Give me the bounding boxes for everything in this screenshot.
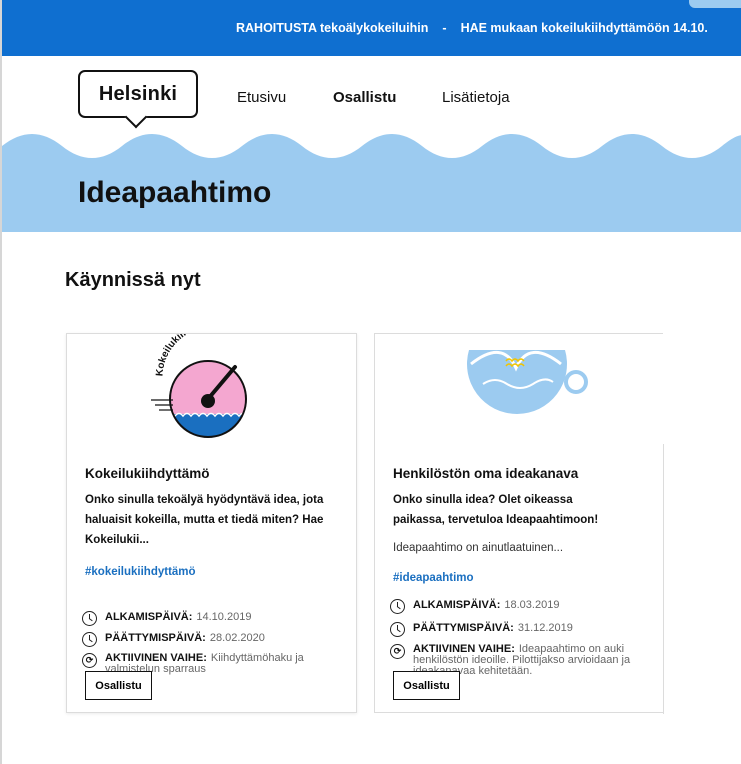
announcement-item-apply[interactable]: HAE mukaan kokeilukiihdyttämöön 14.10. xyxy=(461,21,708,35)
card-intro: Onko sinulla tekoälyä hyödyntävä idea, j… xyxy=(85,494,324,546)
coffee-cup-logo xyxy=(467,350,588,414)
announcement-separator: - xyxy=(442,21,447,35)
end-date-value: 31.12.2019 xyxy=(517,622,573,634)
card-image xyxy=(375,334,663,454)
start-date: ALKAMISPÄIVÄ: 18.03.2019 xyxy=(390,599,652,614)
card-tag[interactable]: #kokeilukiihdyttämö xyxy=(85,566,196,578)
clock-icon xyxy=(390,622,405,637)
announcement-text[interactable]: RAHOITUSTA tekoälykokeiluihin - HAE mukaan… xyxy=(236,21,708,35)
start-date-value: 18.03.2019 xyxy=(504,599,560,611)
nav-link-osallistu[interactable]: Osallistu xyxy=(333,89,396,106)
end-date-label: PÄÄTTYMISPÄIVÄ: xyxy=(413,622,514,634)
page-title: Ideapaahtimo xyxy=(78,176,272,209)
card-tag[interactable]: #ideapaahtimo xyxy=(393,572,474,584)
participate-button[interactable]: Osallistu xyxy=(85,671,152,700)
clock-icon xyxy=(390,599,405,614)
participate-button[interactable]: Osallistu xyxy=(393,671,460,700)
corner-tab xyxy=(689,0,741,8)
announcement-item-funding[interactable]: RAHOITUSTA tekoälykokeiluihin xyxy=(236,21,428,35)
nav-link-lisatietoja[interactable]: Lisätietoja xyxy=(442,89,510,106)
card-title[interactable]: Kokeilukiihdyttämö xyxy=(85,466,210,481)
end-date: PÄÄTTYMISPÄIVÄ: 31.12.2019 xyxy=(390,622,652,637)
card-title[interactable]: Henkilöstön oma ideakanava xyxy=(393,466,578,481)
phase-icon: ⟳ xyxy=(390,644,405,659)
end-date-value: 28.02.2020 xyxy=(209,632,265,644)
end-date: PÄÄTTYMISPÄIVÄ: 28.02.2020 xyxy=(82,632,344,647)
gauge-logo: Kokeilukiihdyttämö xyxy=(148,317,247,438)
start-date-label: ALKAMISPÄIVÄ: xyxy=(413,599,501,611)
card-edge xyxy=(663,444,664,714)
end-date-label: PÄÄTTYMISPÄIVÄ: xyxy=(105,632,206,644)
phase-icon: ⟳ xyxy=(82,653,97,668)
card-intro: Onko sinulla idea? Olet oikeassa paikass… xyxy=(393,494,599,526)
helsinki-logo[interactable]: Helsinki xyxy=(78,70,198,129)
challenge-card-ideakanava[interactable]: Henkilöstön oma ideakanava Onko sinulla … xyxy=(374,333,664,714)
clock-icon xyxy=(82,632,97,647)
page-frame: RAHOITUSTA tekoälykokeiluihin - HAE mukaan… xyxy=(0,0,741,764)
start-date-label: ALKAMISPÄIVÄ: xyxy=(105,611,193,623)
card-image: Kokeilukiihdyttämö xyxy=(67,317,356,454)
announcement-bar[interactable]: RAHOITUSTA tekoälykokeiluihin - HAE mukaan… xyxy=(2,0,741,56)
logo-text: Helsinki xyxy=(98,82,178,105)
start-date-value: 14.10.2019 xyxy=(196,611,252,623)
challenge-card-kokeilukiihdyttamo[interactable]: Kokeilukiihdyttämö Kokeilukiihdyttämö On… xyxy=(66,317,357,713)
nav-link-etusivu[interactable]: Etusivu xyxy=(237,89,286,106)
section-title: Käynnissä nyt xyxy=(65,269,201,291)
card-description: Ideapaahtimo on ainutlaatuinen... xyxy=(393,542,564,554)
clock-icon xyxy=(82,611,97,626)
start-date: ALKAMISPÄIVÄ: 14.10.2019 xyxy=(82,611,344,626)
